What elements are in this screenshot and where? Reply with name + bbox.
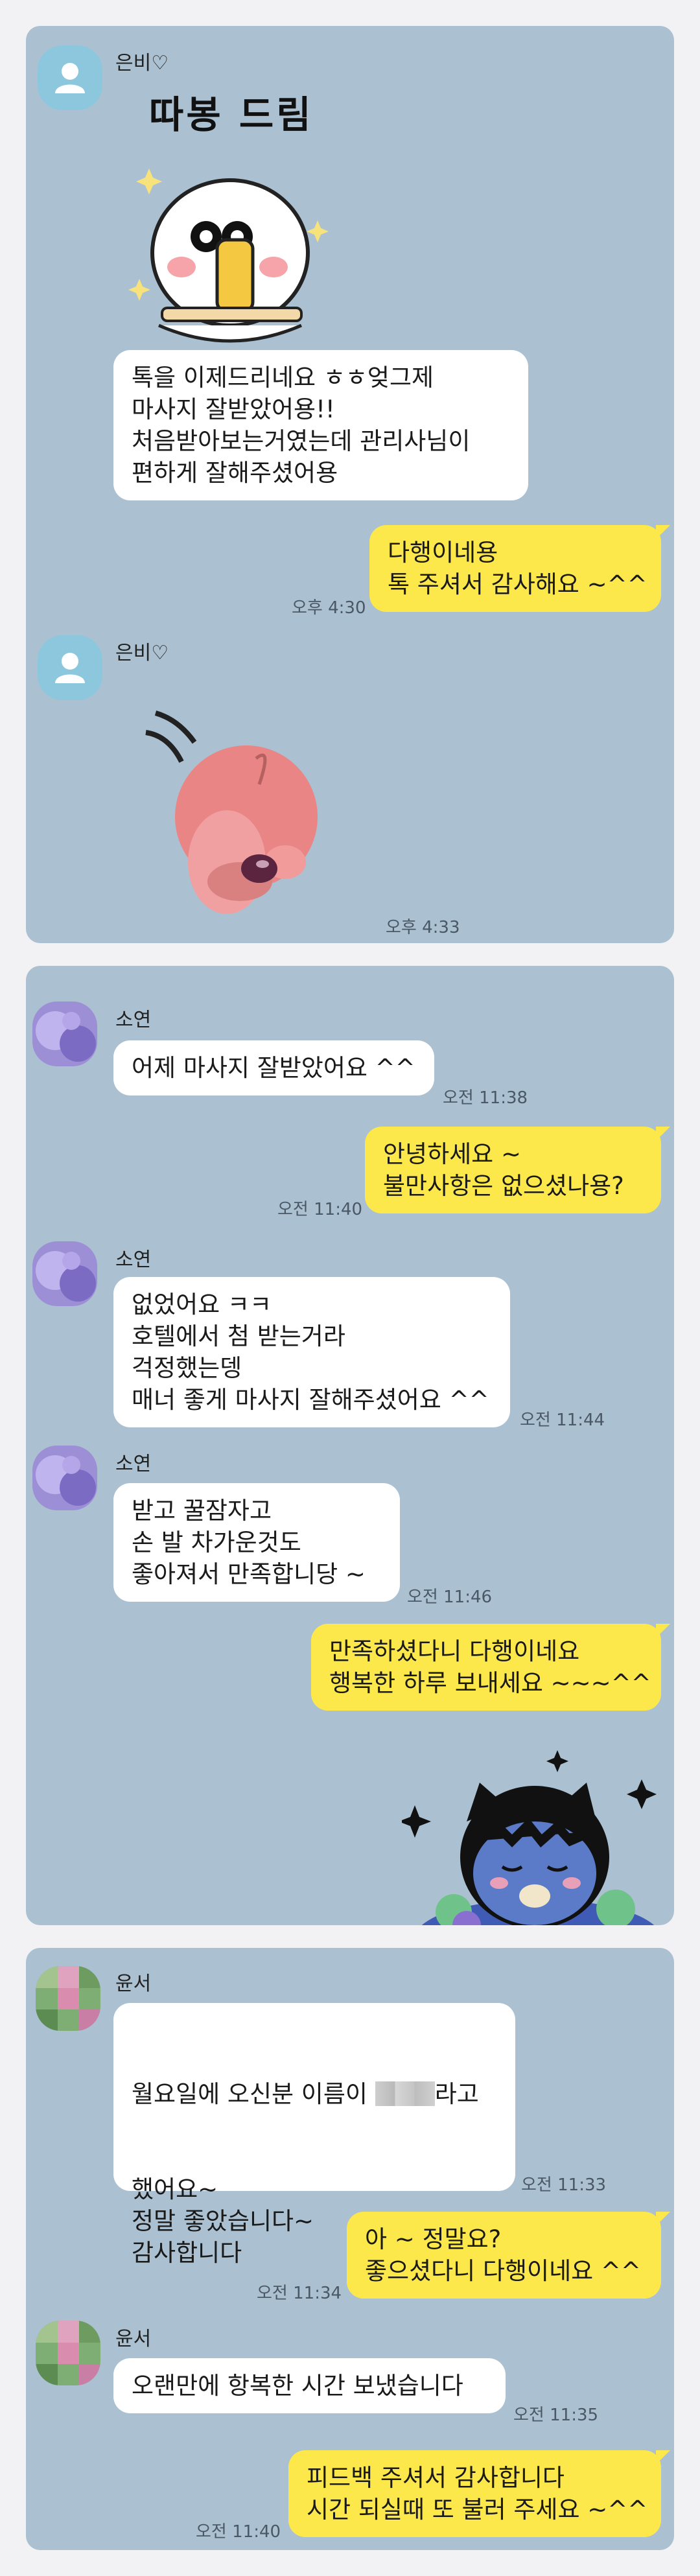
incoming-message[interactable]: 톡을 이제드리네요 ㅎㅎ엊그제 마사지 잘받았어용!! 처음받아보는거였는데 관… bbox=[113, 350, 528, 500]
pink-character-sticker bbox=[143, 707, 324, 920]
purple-profile-photo bbox=[32, 1446, 97, 1510]
sleeping-cat-icon bbox=[399, 1750, 657, 1925]
outgoing-message[interactable]: 만족하셨다니 다행이네요 행복한 하루 보내세요 ~~~^^ bbox=[311, 1624, 670, 1711]
incoming-message[interactable]: 받고 꿀잠자고 손 발 차가운것도 좋아져서 만족합니당 ~ bbox=[113, 1483, 400, 1602]
message-time: 오전 11:33 bbox=[521, 2175, 607, 2195]
message-time: 오전 11:40 bbox=[277, 1200, 363, 1219]
incoming-message[interactable]: 월요일에 오신분 이름이 라고 했어요~ 정말 좋았습니다~ 감사합니다 bbox=[113, 2003, 515, 2267]
message-time: 오후 4:33 bbox=[386, 918, 460, 937]
incoming-message[interactable]: 오랜만에 항복한 시간 보냈습니다 bbox=[113, 2358, 506, 2413]
message-time: 오전 11:46 bbox=[407, 1587, 493, 1607]
profile-avatar-purple[interactable] bbox=[32, 1446, 97, 1510]
purple-profile-photo bbox=[32, 1241, 97, 1306]
outgoing-message[interactable]: 아 ~ 정말요? 좋으셨다니 다행이네요 ^^ bbox=[347, 2212, 670, 2299]
sender-name: 소연 bbox=[115, 1453, 152, 1475]
pixelated-profile-photo bbox=[36, 1966, 100, 2031]
incoming-message[interactable]: 어제 마사지 잘받았어요 ^^ bbox=[113, 1040, 434, 1095]
outgoing-message[interactable]: 피드백 주셔서 감사합니다 시간 되실때 또 불러 주세요 ~^^ bbox=[288, 2450, 670, 2537]
profile-avatar-blurred[interactable] bbox=[36, 1966, 100, 2031]
thumbs-up-sticker: 따봉 드림 bbox=[123, 84, 344, 357]
sender-name: 윤서 bbox=[115, 1973, 152, 1995]
incoming-message[interactable]: 없었어요 ㅋㅋ 호텔에서 첨 받는거라 걱정했는뎅 매너 좋게 마사지 잘해주셨… bbox=[113, 1277, 510, 1427]
sender-name: 소연 bbox=[115, 1009, 152, 1031]
outgoing-message[interactable]: 안녕하세요 ~ 불만사항은 없으셨나용? bbox=[365, 1127, 670, 1213]
profile-avatar-purple[interactable] bbox=[32, 1241, 97, 1306]
profile-avatar-purple[interactable] bbox=[32, 1001, 97, 1066]
chat-screenshot-1: 은비♡ 따봉 드림 톡을 이제드리네요 ㅎㅎ엊그제 마사지 잘받았어용!! 처음… bbox=[26, 26, 674, 943]
profile-avatar-default[interactable] bbox=[38, 635, 102, 700]
message-time: 오전 11:34 bbox=[257, 2284, 342, 2303]
pink-beaver-icon bbox=[145, 710, 318, 914]
default-person-icon bbox=[55, 63, 85, 93]
thumbs-up-character-icon bbox=[128, 169, 329, 343]
message-time: 오전 11:44 bbox=[520, 1411, 605, 1430]
redacted-name-block bbox=[375, 2081, 435, 2106]
pixelated-profile-photo bbox=[36, 2321, 100, 2385]
sender-name: 은비♡ bbox=[115, 642, 169, 664]
outgoing-message[interactable]: 다행이네용 톡 주셔서 감사해요 ~^^ bbox=[369, 525, 670, 612]
profile-avatar-default[interactable] bbox=[38, 45, 102, 110]
sender-name: 윤서 bbox=[115, 2328, 152, 2350]
message-time: 오전 11:40 bbox=[196, 2522, 281, 2542]
chat-screenshot-2: 소연 어제 마사지 잘받았어요 ^^ 오전 11:38 오전 11:40 안녕하… bbox=[26, 966, 674, 1925]
profile-avatar-blurred[interactable] bbox=[36, 2321, 100, 2385]
message-time: 오전 11:35 bbox=[513, 2406, 599, 2425]
cat-character-sticker bbox=[399, 1744, 674, 1925]
message-line-with-redacted-name: 월요일에 오신분 이름이 라고 bbox=[132, 2080, 479, 2108]
message-time: 오전 11:38 bbox=[443, 1088, 528, 1108]
default-person-icon bbox=[55, 653, 85, 683]
purple-profile-photo bbox=[32, 1001, 97, 1066]
message-time: 오후 4:30 bbox=[292, 598, 366, 618]
sender-name: 소연 bbox=[115, 1248, 152, 1271]
sender-name: 은비♡ bbox=[115, 52, 169, 75]
chat-screenshot-3: 윤서 월요일에 오신분 이름이 라고 했어요~ 정말 좋았습니다~ 감사합니다 … bbox=[26, 1948, 674, 2550]
